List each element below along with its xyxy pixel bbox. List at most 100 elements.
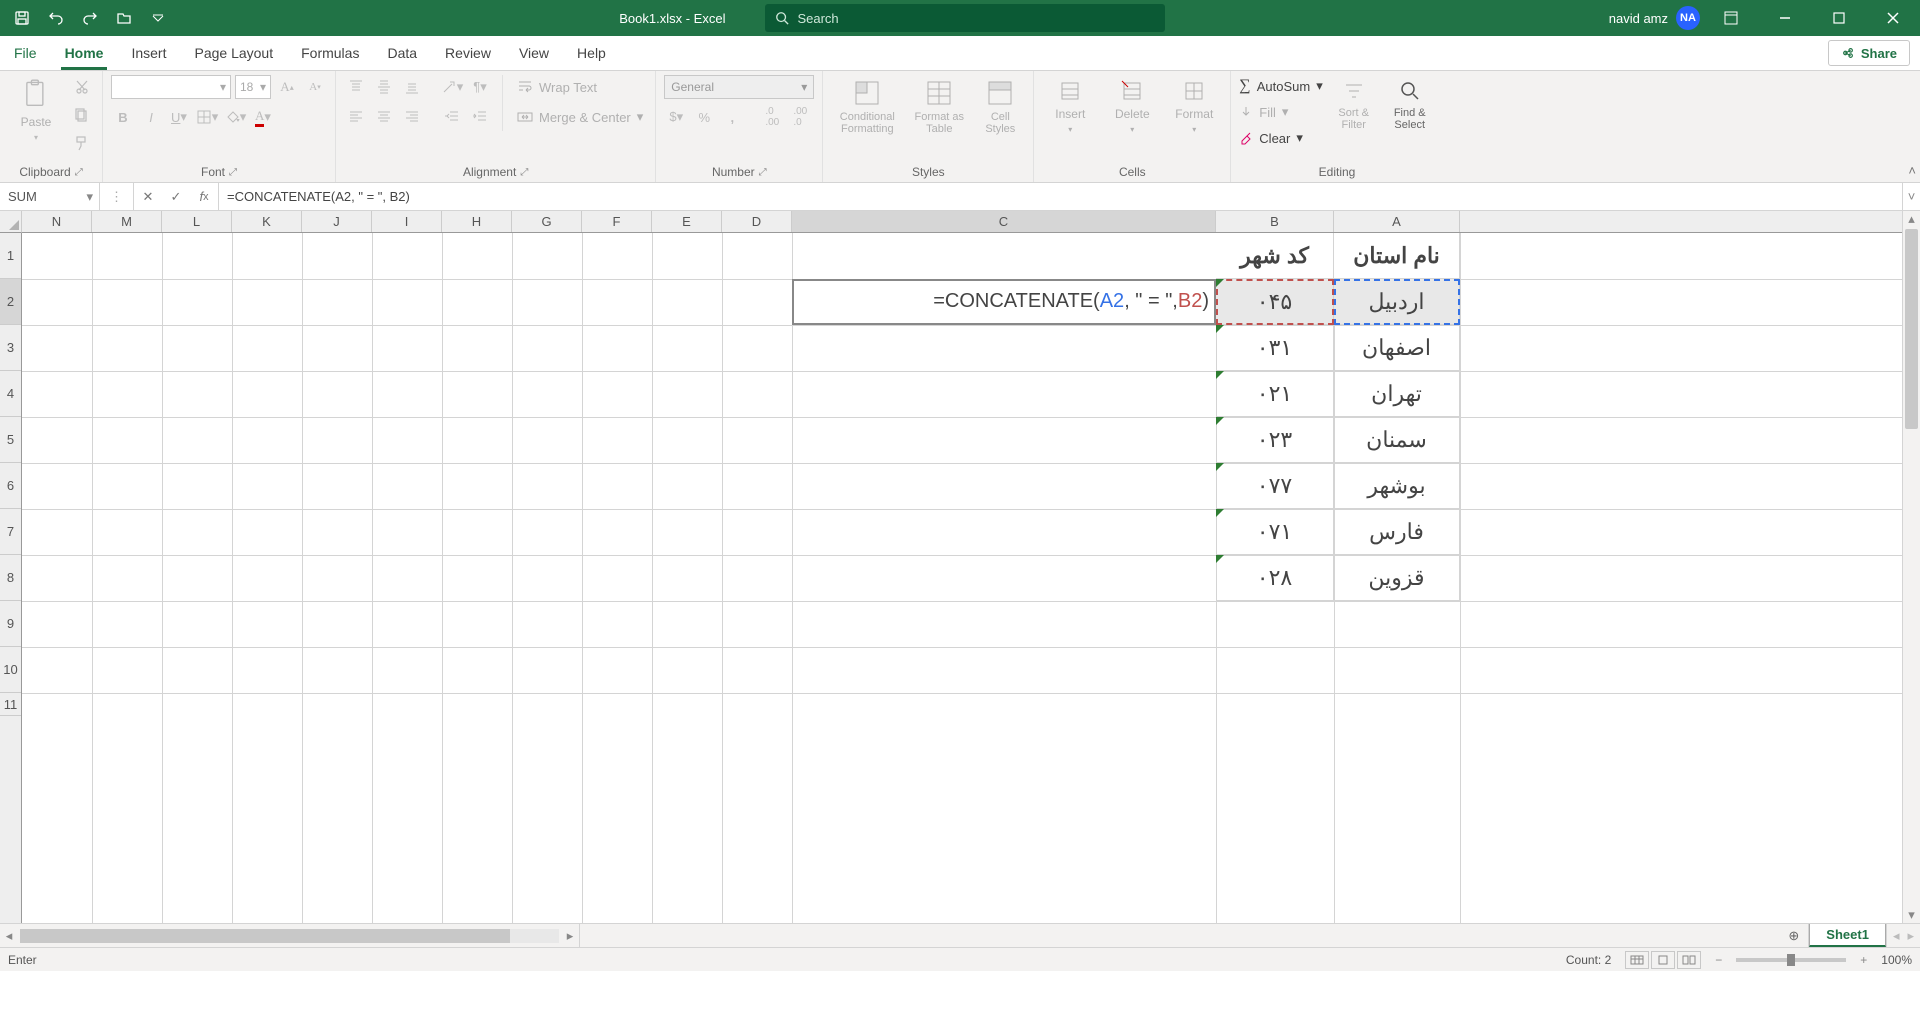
- zoom-slider[interactable]: [1736, 958, 1846, 962]
- menu-help[interactable]: Help: [563, 36, 620, 70]
- row-header[interactable]: 9: [0, 601, 21, 647]
- cut-icon[interactable]: [70, 75, 94, 99]
- row-header[interactable]: 8: [0, 555, 21, 601]
- decrease-decimal-icon[interactable]: .00.0: [788, 105, 812, 129]
- borders-button[interactable]: ▾: [195, 105, 219, 129]
- menu-data[interactable]: Data: [373, 36, 431, 70]
- align-bottom-icon[interactable]: [400, 75, 424, 99]
- cell-B6[interactable]: ۰۷۷: [1216, 463, 1334, 509]
- font-name-combo[interactable]: ▾: [111, 75, 231, 99]
- align-center-icon[interactable]: [372, 105, 396, 129]
- cancel-formula-button[interactable]: ✕: [134, 189, 162, 205]
- minimize-button[interactable]: [1762, 0, 1808, 36]
- user-name[interactable]: navid amz: [1609, 11, 1668, 26]
- cell-B7[interactable]: ۰۷۱: [1216, 509, 1334, 555]
- text-direction-icon[interactable]: ¶▾: [468, 75, 492, 99]
- cell-B2[interactable]: ۰۴۵: [1216, 279, 1334, 325]
- page-layout-view-button[interactable]: [1651, 951, 1675, 969]
- search-box[interactable]: [765, 4, 1165, 32]
- delete-cells-button[interactable]: Delete▾: [1104, 75, 1160, 138]
- col-header[interactable]: D: [722, 211, 792, 232]
- menu-file[interactable]: File: [0, 36, 51, 70]
- paste-button[interactable]: Paste ▾: [8, 75, 64, 146]
- redo-icon[interactable]: [76, 4, 104, 32]
- cell-A8[interactable]: قزوین: [1334, 555, 1460, 601]
- row-header[interactable]: 3: [0, 325, 21, 371]
- fill-color-button[interactable]: ▾: [223, 105, 247, 129]
- normal-view-button[interactable]: [1625, 951, 1649, 969]
- decrease-font-icon[interactable]: A▾: [303, 75, 327, 99]
- orientation-icon[interactable]: ▾: [440, 75, 464, 99]
- wrap-text-button[interactable]: Wrap Text: [513, 75, 647, 99]
- align-top-icon[interactable]: [344, 75, 368, 99]
- format-cells-button[interactable]: Format▾: [1166, 75, 1222, 138]
- row-header[interactable]: 1: [0, 233, 21, 279]
- decrease-indent-icon[interactable]: [440, 105, 464, 129]
- align-middle-icon[interactable]: [372, 75, 396, 99]
- open-icon[interactable]: [110, 4, 138, 32]
- search-input[interactable]: [797, 11, 1155, 26]
- number-format-combo[interactable]: General▾: [664, 75, 814, 99]
- menu-formulas[interactable]: Formulas: [287, 36, 373, 70]
- cell-A4[interactable]: تهران: [1334, 371, 1460, 417]
- scroll-up-icon[interactable]: ▴: [1903, 211, 1920, 227]
- row-header[interactable]: 6: [0, 463, 21, 509]
- menu-review[interactable]: Review: [431, 36, 505, 70]
- col-header[interactable]: A: [1334, 211, 1460, 232]
- increase-indent-icon[interactable]: [468, 105, 492, 129]
- col-header[interactable]: M: [92, 211, 162, 232]
- cell-B8[interactable]: ۰۲۸: [1216, 555, 1334, 601]
- col-header[interactable]: L: [162, 211, 232, 232]
- zoom-out-button[interactable]: −: [1715, 953, 1722, 967]
- cell-styles-button[interactable]: Cell Styles: [975, 75, 1025, 139]
- find-select-button[interactable]: Find & Select: [1385, 75, 1435, 135]
- cell-B3[interactable]: ۰۳۱: [1216, 325, 1334, 371]
- clear-button[interactable]: Clear▾: [1239, 127, 1322, 149]
- col-header[interactable]: I: [372, 211, 442, 232]
- scroll-down-icon[interactable]: ▾: [1903, 907, 1920, 923]
- select-all-button[interactable]: [0, 211, 22, 233]
- expand-formula-bar-icon[interactable]: ˅: [1902, 183, 1920, 210]
- scroll-left-icon[interactable]: ◂: [0, 928, 18, 944]
- cell-A3[interactable]: اصفهان: [1334, 325, 1460, 371]
- close-button[interactable]: [1870, 0, 1916, 36]
- col-header[interactable]: F: [582, 211, 652, 232]
- horizontal-scrollbar[interactable]: ◂ ▸: [0, 924, 580, 947]
- underline-button[interactable]: U▾: [167, 105, 191, 129]
- font-size-combo[interactable]: 18▾: [235, 75, 271, 99]
- col-header[interactable]: J: [302, 211, 372, 232]
- save-icon[interactable]: [8, 4, 36, 32]
- col-header[interactable]: B: [1216, 211, 1334, 232]
- conditional-formatting-button[interactable]: Conditional Formatting: [831, 75, 903, 139]
- cells-area[interactable]: نام استان اردبیل اصفهان تهران سمنان بوشه…: [22, 233, 1902, 923]
- copy-icon[interactable]: [70, 103, 94, 127]
- scrollbar-thumb[interactable]: [1905, 229, 1918, 429]
- row-header[interactable]: 10: [0, 647, 21, 693]
- merge-center-button[interactable]: Merge & Center▾: [513, 105, 647, 129]
- page-break-view-button[interactable]: [1677, 951, 1701, 969]
- insert-cells-button[interactable]: Insert▾: [1042, 75, 1098, 138]
- cell-A1[interactable]: نام استان: [1334, 233, 1460, 279]
- menu-pagelayout[interactable]: Page Layout: [180, 36, 287, 70]
- align-left-icon[interactable]: [344, 105, 368, 129]
- undo-icon[interactable]: [42, 4, 70, 32]
- dialog-launcher-icon[interactable]: ⤢: [229, 167, 237, 178]
- format-painter-icon[interactable]: [70, 131, 94, 155]
- cell-A2[interactable]: اردبیل: [1334, 279, 1460, 325]
- col-header[interactable]: G: [512, 211, 582, 232]
- menu-view[interactable]: View: [505, 36, 563, 70]
- row-header[interactable]: 5: [0, 417, 21, 463]
- row-header[interactable]: 11: [0, 693, 21, 716]
- format-as-table-button[interactable]: Format as Table: [909, 75, 969, 139]
- percent-format-icon[interactable]: %: [692, 105, 716, 129]
- tab-nav-prev-icon[interactable]: ◂: [1893, 928, 1900, 944]
- menu-insert[interactable]: Insert: [117, 36, 180, 70]
- cell-A7[interactable]: فارس: [1334, 509, 1460, 555]
- vertical-scrollbar[interactable]: ▴ ▾: [1902, 211, 1920, 923]
- row-header[interactable]: 4: [0, 371, 21, 417]
- bold-button[interactable]: B: [111, 105, 135, 129]
- qat-customize-icon[interactable]: [144, 4, 172, 32]
- new-sheet-button[interactable]: ⊕: [1779, 924, 1809, 947]
- increase-decimal-icon[interactable]: .0.00: [760, 105, 784, 129]
- zoom-in-button[interactable]: +: [1860, 953, 1867, 967]
